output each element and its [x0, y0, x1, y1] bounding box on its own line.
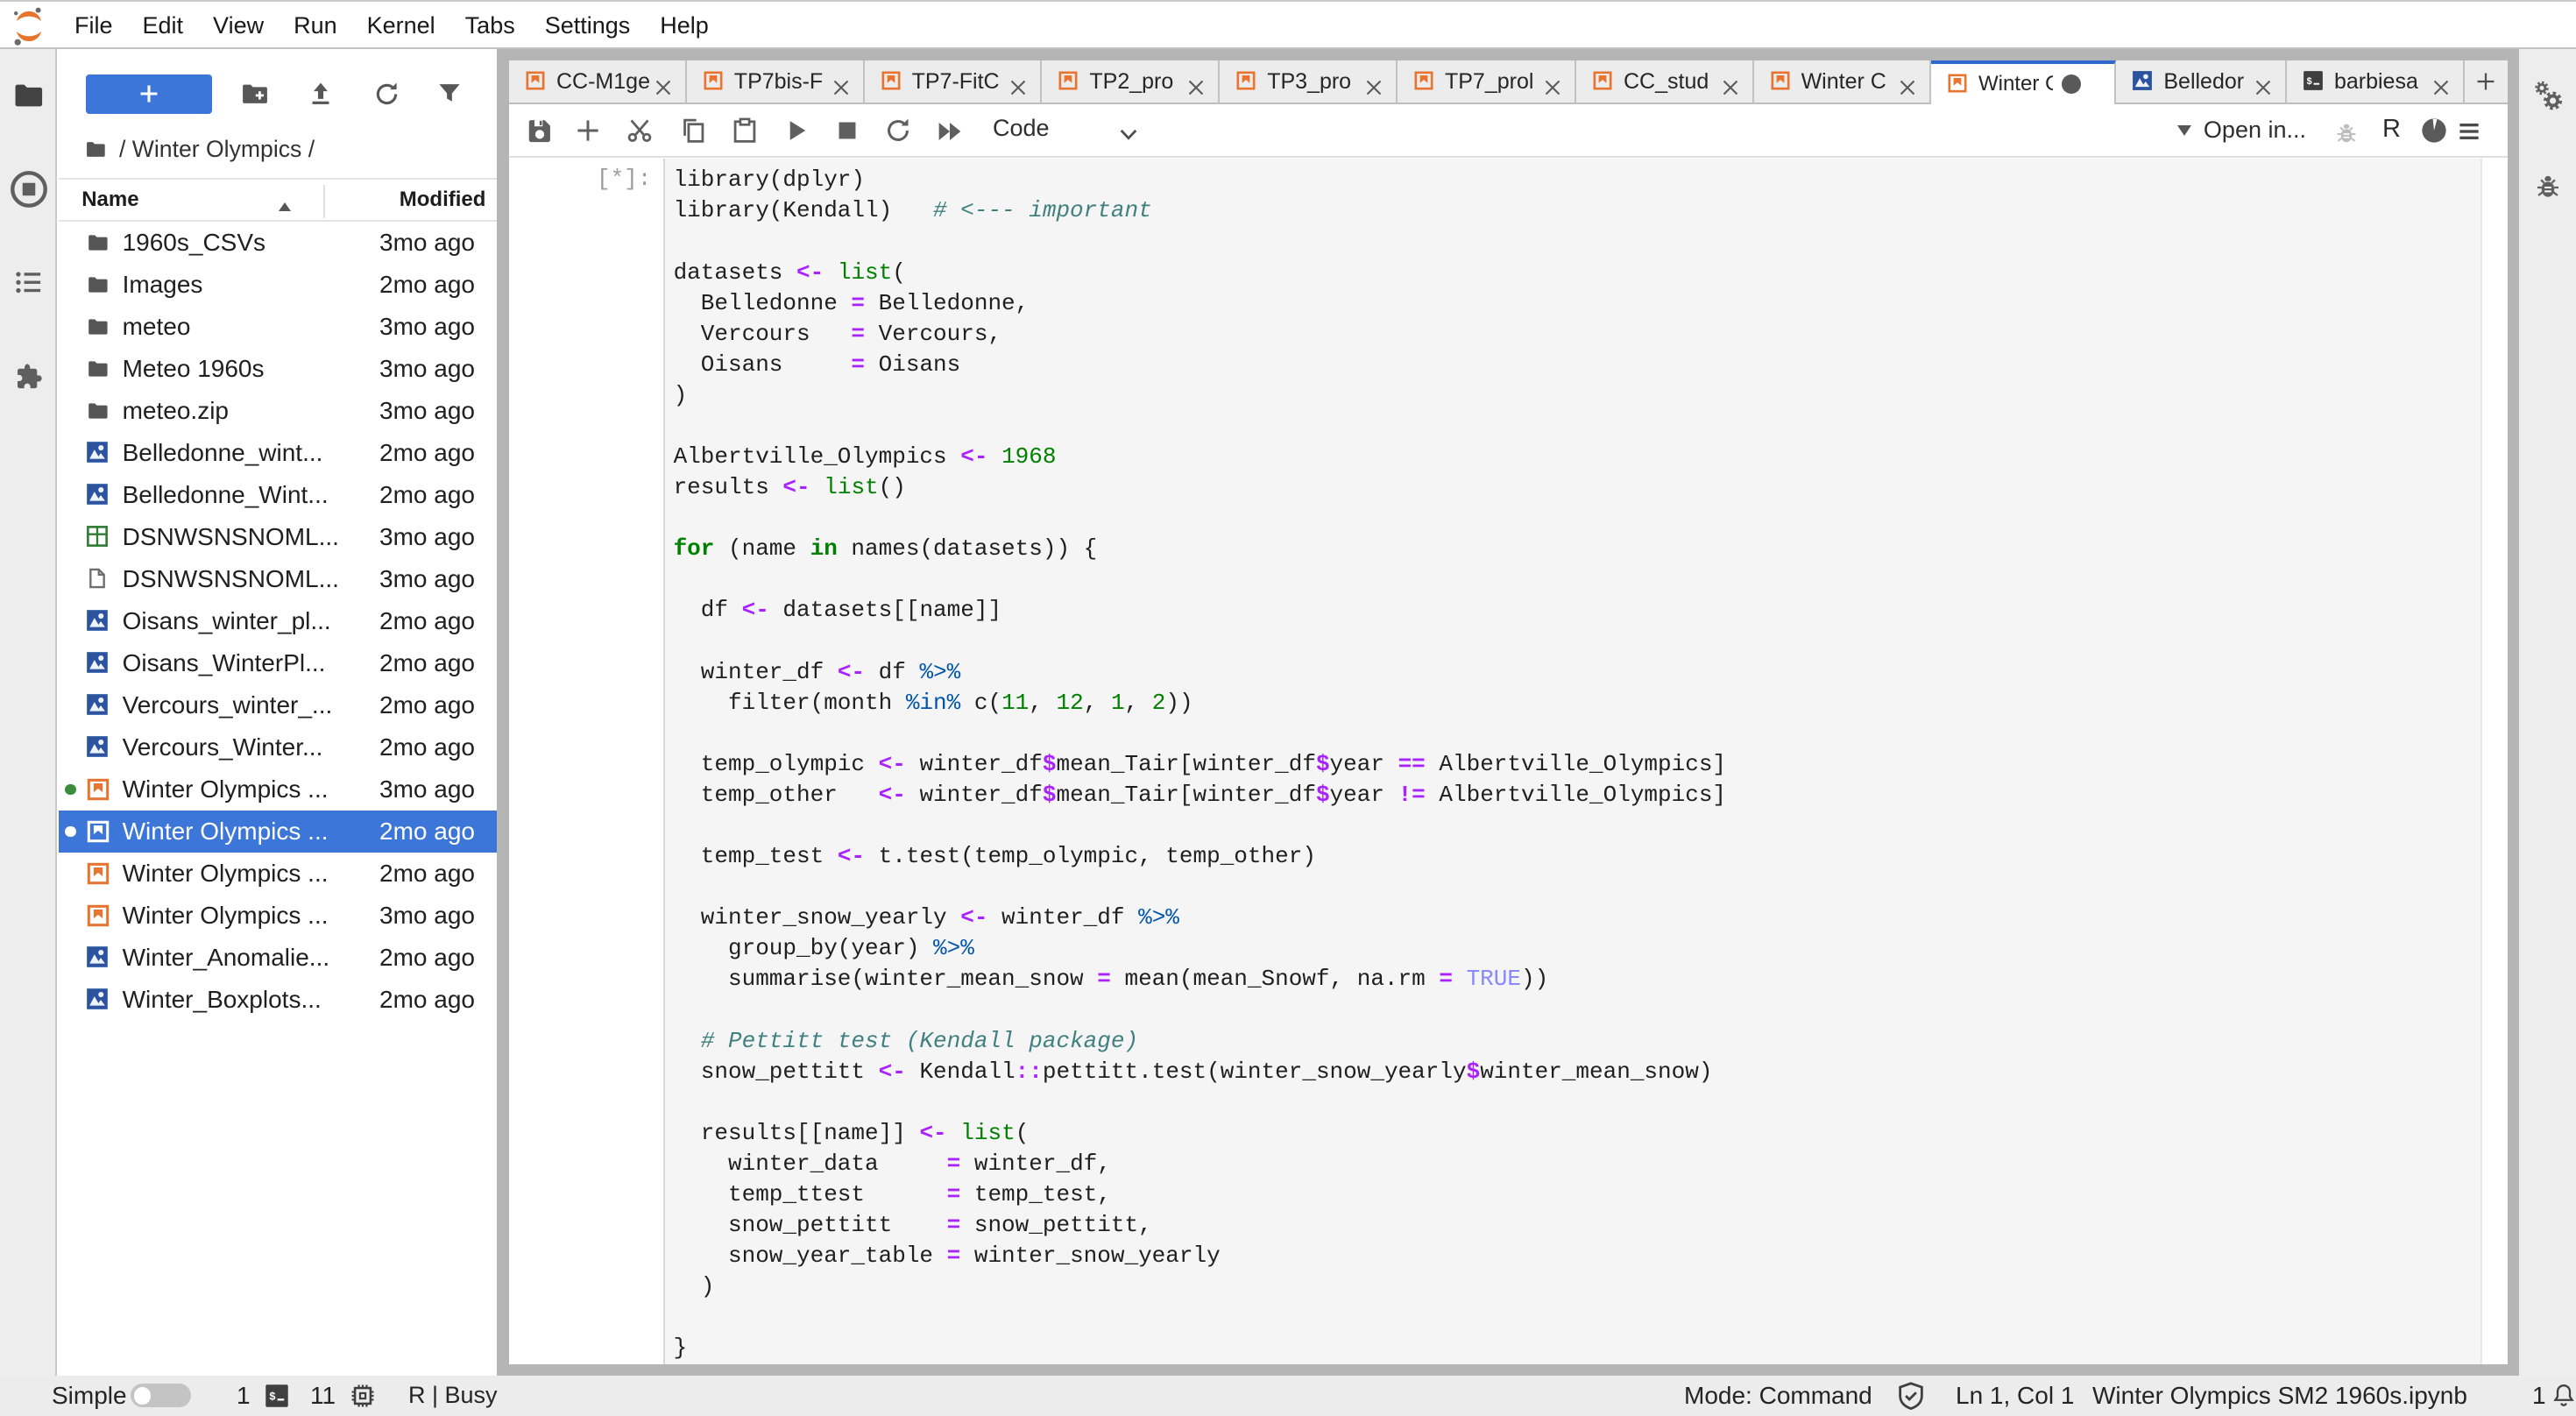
svg-text:$: $	[2306, 76, 2312, 87]
svg-text:$: $	[269, 1390, 276, 1403]
